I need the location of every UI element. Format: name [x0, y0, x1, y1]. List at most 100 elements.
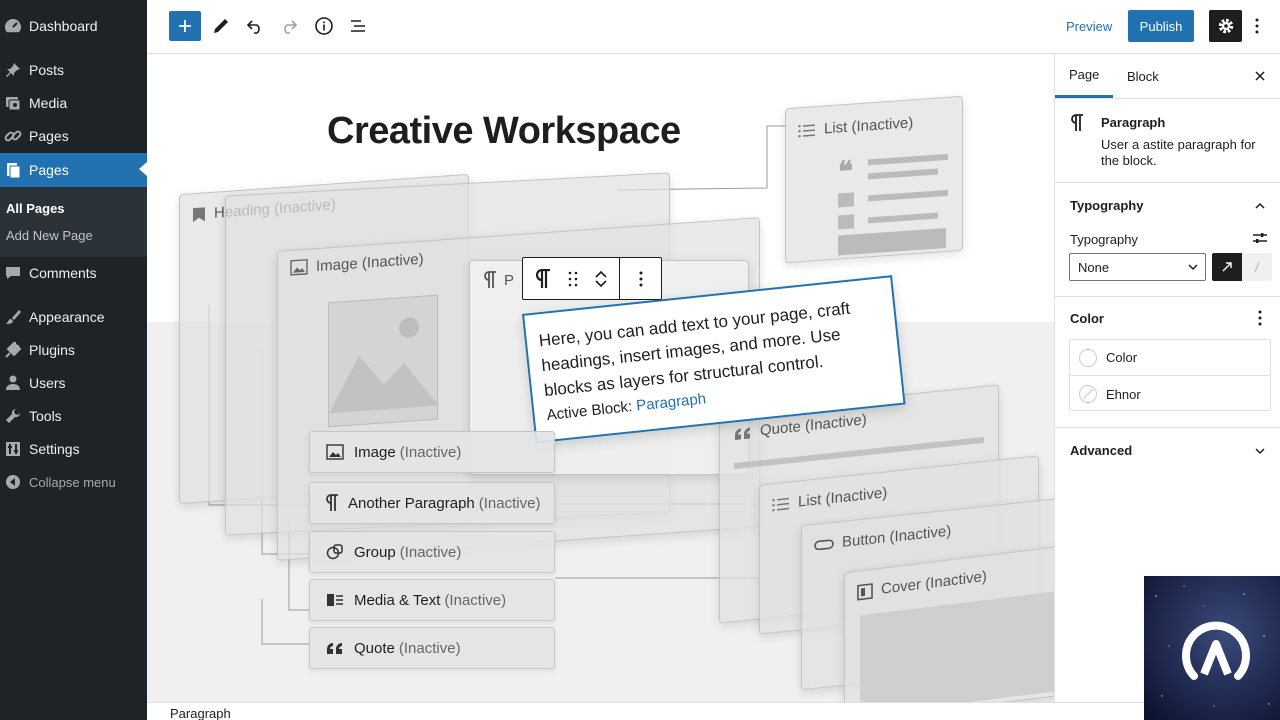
vertical-ellipsis-icon	[1255, 18, 1259, 34]
menu-tools[interactable]: Tools	[0, 400, 147, 432]
block-options-button[interactable]	[619, 258, 661, 299]
group-row-card[interactable]: Group (Inactive)	[309, 531, 555, 573]
button-card-state: (Inactive)	[889, 522, 952, 546]
row-state: (Inactive)	[399, 543, 462, 561]
menu-pages-link[interactable]: Pages	[0, 120, 147, 152]
typography-panel-heading[interactable]: Typography	[1070, 198, 1143, 213]
menu-pages-active[interactable]: Pages	[0, 153, 147, 187]
menu-posts[interactable]: Posts	[0, 54, 147, 86]
menu-comments-label: Comments	[29, 265, 97, 281]
list-view-button[interactable]	[342, 11, 374, 41]
drag-handle[interactable]	[563, 258, 583, 299]
menu-dashboard[interactable]: Dashboard	[0, 10, 147, 42]
chevron-down-icon	[1255, 448, 1265, 455]
sliders-icon	[1253, 233, 1267, 243]
block-toolbar	[522, 257, 662, 300]
options-button[interactable]	[1247, 11, 1267, 41]
publish-button[interactable]: Publish	[1128, 10, 1194, 42]
active-block-link[interactable]: Paragraph	[635, 390, 706, 414]
block-type-button[interactable]	[523, 258, 563, 299]
button-icon	[814, 538, 834, 550]
block-card-title: Paragraph	[1101, 115, 1166, 130]
plug-icon	[4, 341, 22, 359]
menu-media[interactable]: Media	[0, 87, 147, 119]
image-row-card[interactable]: Image (Inactive)	[309, 431, 555, 473]
undo-icon	[246, 20, 260, 34]
row-state: (Inactive)	[399, 443, 462, 461]
menu-settings[interactable]: Settings	[0, 433, 147, 465]
list-card-right-state: (Inactive)	[825, 484, 888, 508]
color-panel-heading[interactable]: Color	[1070, 311, 1104, 326]
color-options-button[interactable]	[1258, 310, 1262, 331]
settings-button[interactable]	[1209, 10, 1242, 42]
add-block-button[interactable]	[169, 11, 201, 41]
page-title[interactable]: Creative Workspace	[327, 110, 681, 153]
list-card-bullet	[838, 214, 854, 230]
list-card-right-name: List	[798, 491, 822, 511]
wallpaper-corner	[1144, 576, 1280, 720]
image-placeholder	[328, 294, 439, 428]
typography-options-button[interactable]	[1252, 230, 1268, 251]
chevron-up-icon[interactable]	[594, 269, 608, 279]
brand-logo-icon	[1182, 621, 1250, 680]
pencil-icon	[214, 19, 228, 33]
chevron-down-icon[interactable]	[594, 279, 608, 289]
comment-icon	[4, 264, 22, 282]
menu-users-label: Users	[29, 375, 66, 391]
cover-card-name: Cover	[881, 575, 922, 598]
tab-page[interactable]: Page	[1055, 54, 1114, 98]
list-card-top-name: List	[824, 118, 848, 138]
breadcrumb[interactable]: Paragraph	[170, 706, 231, 720]
admin-menu: Dashboard Posts Media Pages Pages All Pa…	[0, 0, 147, 720]
typography-toggle-active[interactable]	[1212, 253, 1242, 281]
preview-button[interactable]: Preview	[1056, 11, 1122, 41]
undo-button[interactable]	[239, 11, 271, 41]
list-card-bullet	[838, 192, 854, 208]
typography-select[interactable]: None	[1069, 253, 1206, 281]
pilcrow-icon	[1071, 114, 1083, 131]
quote-icon	[327, 643, 342, 654]
advanced-panel-heading[interactable]: Advanced	[1070, 443, 1132, 458]
media-text-row-card[interactable]: Media & Text (Inactive)	[309, 579, 555, 621]
image-icon	[290, 259, 308, 276]
list-block-card-top[interactable]: List (Inactive) ❝	[785, 95, 963, 264]
advanced-panel-toggle[interactable]	[1254, 443, 1266, 461]
another-paragraph-row-card[interactable]: Another Paragraph (Inactive)	[309, 482, 555, 524]
tools-button[interactable]	[205, 11, 237, 41]
quote-card-right-state: (Inactive)	[805, 411, 867, 435]
cover-card-state: (Inactive)	[925, 567, 987, 593]
redo-button[interactable]	[273, 11, 305, 41]
menu-plugins[interactable]: Plugins	[0, 334, 147, 366]
tab-block[interactable]: Block	[1113, 54, 1173, 98]
drag-dots-icon	[568, 271, 578, 286]
pilcrow-icon	[484, 271, 496, 288]
menu-comments[interactable]: Comments	[0, 257, 147, 289]
details-button[interactable]	[308, 11, 340, 41]
color-item-text[interactable]: Color	[1070, 340, 1270, 376]
menu-pages-link-label: Pages	[29, 128, 69, 144]
list-card-line	[868, 168, 938, 180]
bookmark-icon	[193, 206, 205, 222]
submenu-all-pages[interactable]: All Pages	[6, 201, 65, 216]
list-view-icon	[351, 20, 365, 32]
submenu-add-new[interactable]: Add New Page	[6, 228, 93, 243]
typography-toggle-inactive[interactable]	[1242, 253, 1272, 281]
group-icon	[326, 544, 343, 560]
close-sidebar-button[interactable]	[1250, 66, 1270, 86]
color-swatch	[1079, 349, 1097, 367]
quote-row-card[interactable]: Quote (Inactive)	[309, 627, 555, 669]
row-name: Media & Text	[354, 591, 441, 609]
menu-posts-label: Posts	[29, 62, 65, 78]
color-item-background[interactable]: Ehnor	[1070, 376, 1270, 412]
move-buttons[interactable]	[583, 258, 619, 299]
typography-panel-toggle[interactable]	[1254, 198, 1266, 216]
row-name: Another Paragraph	[348, 494, 475, 512]
block-card-icon	[1071, 114, 1083, 137]
menu-users[interactable]: Users	[0, 367, 147, 399]
row-state: (Inactive)	[478, 494, 541, 512]
list-card-line	[868, 189, 948, 202]
editor-canvas[interactable]: Creative Workspace Heading (Inactive) Im…	[147, 54, 1054, 702]
menu-appearance[interactable]: Appearance	[0, 301, 147, 333]
collapse-icon	[4, 473, 22, 491]
collapse-menu[interactable]: Collapse menu	[0, 466, 147, 498]
